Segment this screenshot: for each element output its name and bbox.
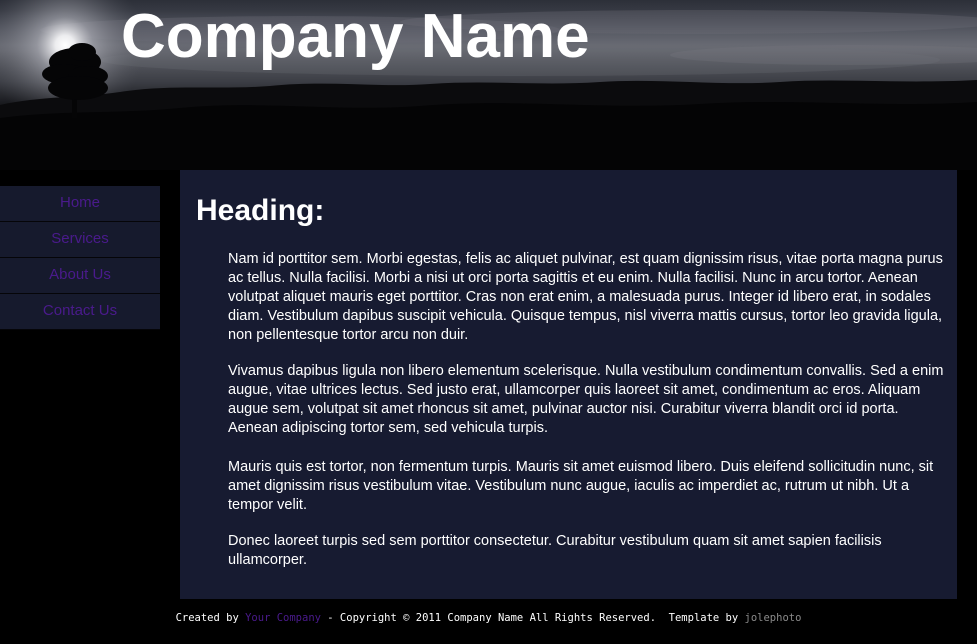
content-panel: Heading: Nam id porttitor sem. Morbi ege… (180, 170, 957, 599)
content-paragraph-1: Nam id porttitor sem. Morbi egestas, fel… (228, 251, 943, 343)
content-paragraph-4: Donec laoreet turpis sed sem porttitor c… (228, 533, 882, 568)
nav-item-about-us[interactable]: About Us (0, 258, 160, 294)
nav-item-services[interactable]: Services (0, 222, 160, 258)
nav-item-home[interactable]: Home (0, 186, 160, 222)
footer: Created by Your Company - Copyright © 20… (0, 609, 977, 627)
content-paragraph-2: Vivamus dapibus ligula non libero elemen… (228, 363, 944, 436)
nav-item-contact-us[interactable]: Contact Us (0, 294, 160, 330)
content-body: Nam id porttitor sem. Morbi egestas, fel… (228, 250, 944, 587)
sidebar-nav: Home Services About Us Contact Us (0, 186, 160, 330)
content-heading: Heading: (196, 194, 325, 227)
footer-company-link[interactable]: Your Company (245, 612, 321, 624)
header-banner: Company Name (0, 0, 977, 170)
footer-created-by-text: Created by (175, 612, 246, 624)
footer-author-link[interactable]: jolephoto (745, 612, 802, 624)
footer-copyright-text: - Copyright © 2011 Company Name All Righ… (320, 612, 745, 624)
site-title: Company Name (121, 2, 590, 71)
content-paragraph-3: Mauris quis est tortor, non fermentum tu… (228, 459, 934, 513)
